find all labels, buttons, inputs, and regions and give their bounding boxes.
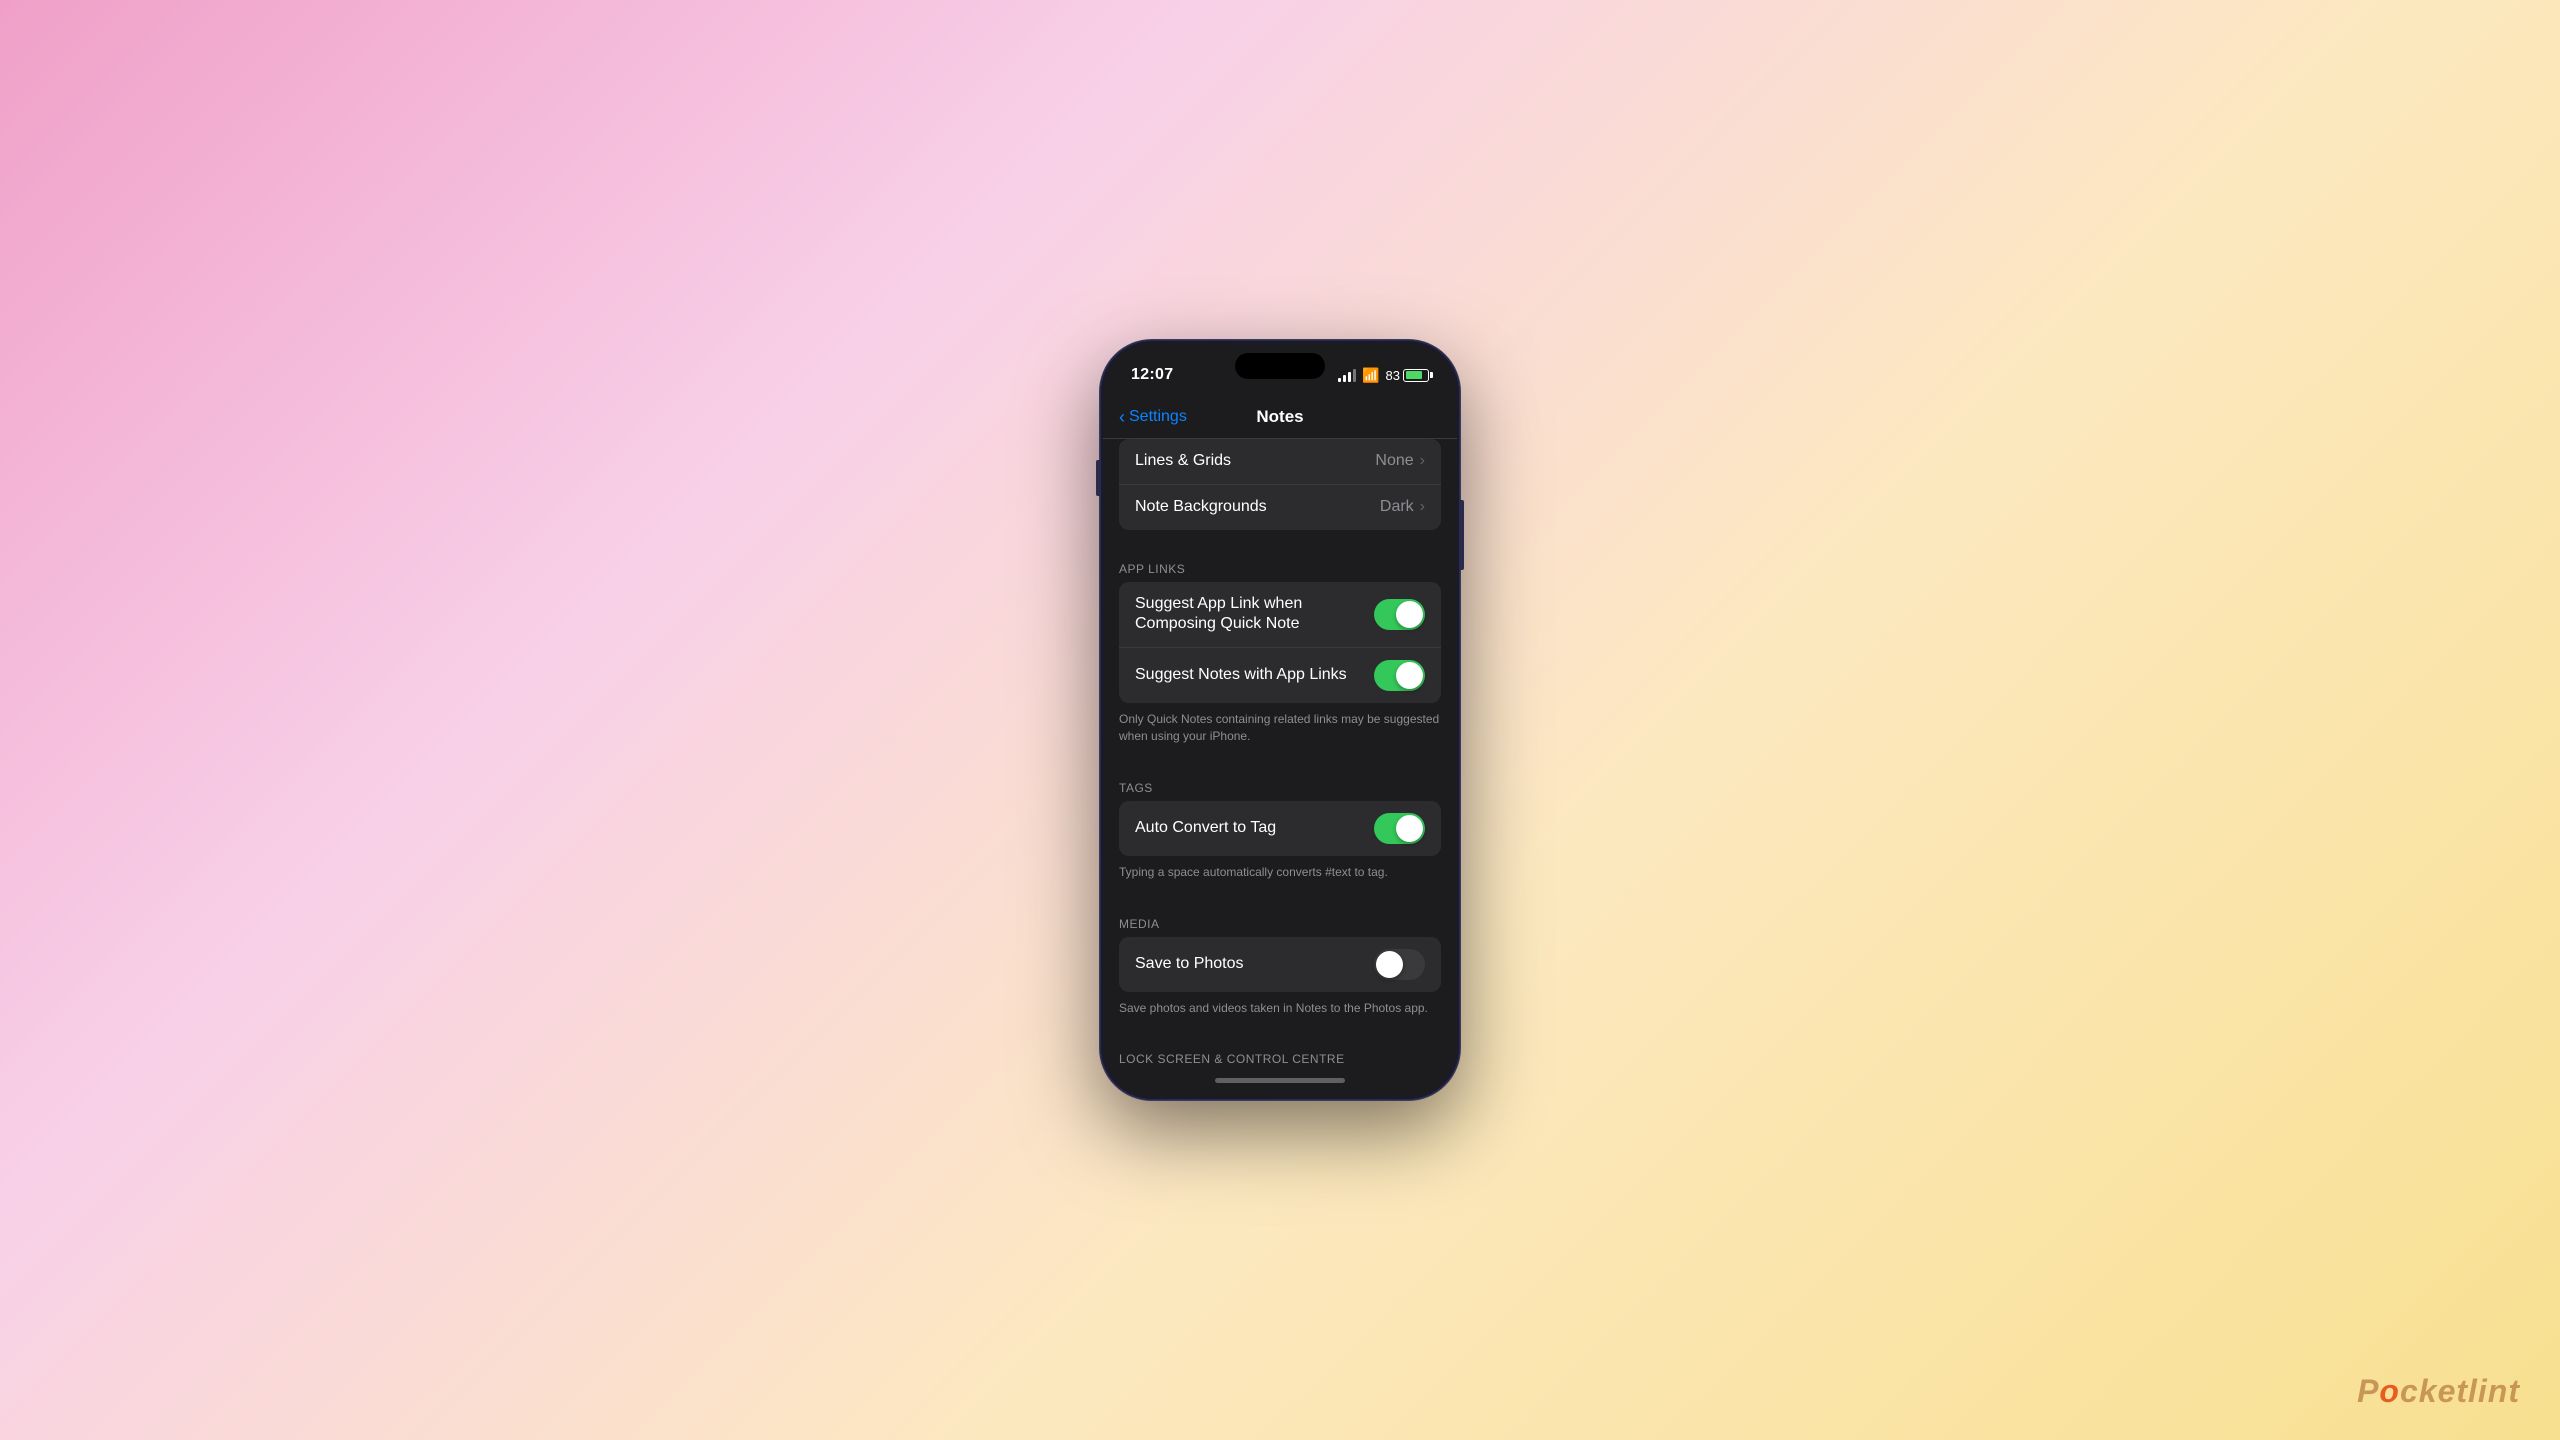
- home-indicator: [1103, 1063, 1457, 1097]
- watermark: Pocketlint: [2357, 1373, 2520, 1410]
- appearance-table: Lines & Grids None › Note Backgrounds Da…: [1119, 439, 1441, 530]
- status-bar: 12:07 📶 83: [1103, 343, 1457, 395]
- note-backgrounds-chevron-icon: ›: [1420, 498, 1425, 516]
- suggest-app-link-row[interactable]: Suggest App Link when Composing Quick No…: [1119, 582, 1441, 648]
- media-section-label: MEDIA: [1103, 901, 1457, 937]
- auto-convert-tag-label: Auto Convert to Tag: [1135, 818, 1374, 839]
- tags-section: TAGS Auto Convert to Tag Typing a space …: [1103, 765, 1457, 885]
- tags-section-label: TAGS: [1103, 765, 1457, 801]
- suggest-notes-app-links-label: Suggest Notes with App Links: [1135, 665, 1374, 686]
- suggest-app-link-toggle[interactable]: [1374, 599, 1425, 630]
- navigation-bar: ‹ Settings Notes: [1103, 395, 1457, 439]
- media-footer: Save photos and videos taken in Notes to…: [1103, 992, 1457, 1021]
- back-button[interactable]: ‹ Settings: [1119, 408, 1187, 426]
- battery-indicator: 83: [1386, 368, 1429, 383]
- wifi-icon: 📶: [1362, 367, 1379, 384]
- note-backgrounds-label: Note Backgrounds: [1135, 497, 1380, 518]
- suggest-app-link-label: Suggest App Link when Composing Quick No…: [1135, 594, 1374, 636]
- tags-footer: Typing a space automatically converts #t…: [1103, 856, 1457, 885]
- tags-table: Auto Convert to Tag: [1119, 801, 1441, 856]
- media-table: Save to Photos: [1119, 937, 1441, 992]
- lock-screen-section: LOCK SCREEN & CONTROL CENTRE Access Note…: [1103, 1036, 1457, 1063]
- status-time: 12:07: [1131, 366, 1173, 384]
- lock-screen-section-label: LOCK SCREEN & CONTROL CENTRE: [1103, 1036, 1457, 1063]
- lines-grids-value: None: [1375, 452, 1413, 470]
- app-links-section: APP LINKS Suggest App Link when Composin…: [1103, 546, 1457, 749]
- status-icons: 📶 83: [1338, 367, 1429, 384]
- save-to-photos-row[interactable]: Save to Photos: [1119, 937, 1441, 992]
- phone-device: 12:07 📶 83 ‹: [1100, 340, 1460, 1100]
- signal-icon: [1338, 369, 1356, 382]
- appearance-section: Lines & Grids None › Note Backgrounds Da…: [1103, 439, 1457, 530]
- phone-screen: 12:07 📶 83 ‹: [1103, 343, 1457, 1097]
- battery-percentage: 83: [1386, 368, 1400, 383]
- battery-icon: [1403, 369, 1429, 382]
- save-to-photos-toggle[interactable]: [1374, 949, 1425, 980]
- settings-content: Lines & Grids None › Note Backgrounds Da…: [1103, 439, 1457, 1063]
- media-section: MEDIA Save to Photos Save photos and vid…: [1103, 901, 1457, 1021]
- home-bar: [1215, 1078, 1345, 1083]
- suggest-notes-app-links-row[interactable]: Suggest Notes with App Links: [1119, 647, 1441, 703]
- note-backgrounds-value: Dark: [1380, 498, 1414, 516]
- auto-convert-tag-row[interactable]: Auto Convert to Tag: [1119, 801, 1441, 856]
- page-title: Notes: [1256, 407, 1303, 427]
- lines-grids-row[interactable]: Lines & Grids None ›: [1119, 439, 1441, 484]
- suggest-notes-app-links-toggle[interactable]: [1374, 660, 1425, 691]
- auto-convert-tag-toggle[interactable]: [1374, 813, 1425, 844]
- app-links-section-label: APP LINKS: [1103, 546, 1457, 582]
- save-to-photos-label: Save to Photos: [1135, 954, 1374, 975]
- app-links-footer: Only Quick Notes containing related link…: [1103, 703, 1457, 749]
- dynamic-island: [1235, 353, 1325, 379]
- note-backgrounds-row[interactable]: Note Backgrounds Dark ›: [1119, 484, 1441, 530]
- lines-grids-chevron-icon: ›: [1420, 452, 1425, 470]
- app-links-table: Suggest App Link when Composing Quick No…: [1119, 582, 1441, 704]
- back-label: Settings: [1129, 408, 1187, 426]
- lines-grids-label: Lines & Grids: [1135, 451, 1375, 472]
- back-chevron-icon: ‹: [1119, 408, 1125, 426]
